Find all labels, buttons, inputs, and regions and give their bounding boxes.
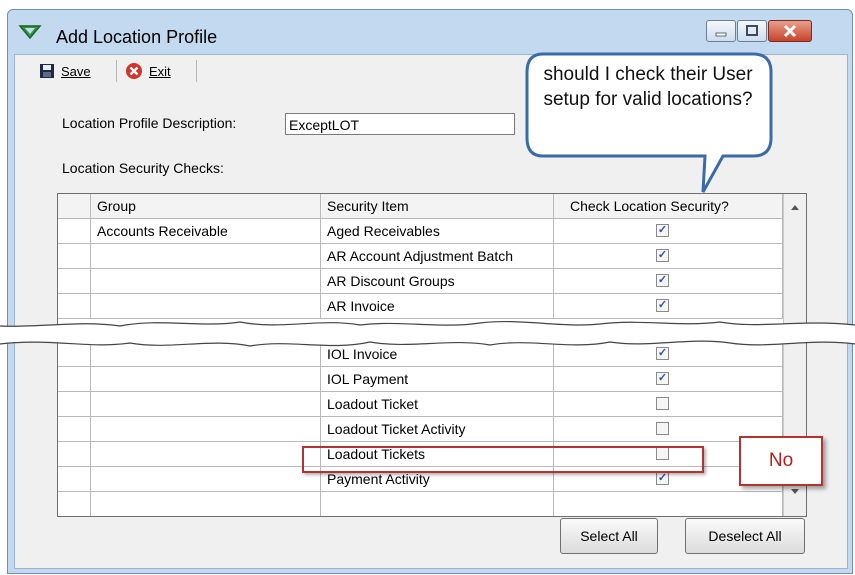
location-security-checkbox[interactable]: ✓ [656,274,669,287]
no-annotation-label: No [768,450,794,471]
security-item-cell [321,492,554,516]
exit-label: Exit [149,63,171,79]
row-selector[interactable] [58,392,91,417]
security-item-cell: Loadout Ticket Activity [321,417,554,442]
no-annotation: No [739,436,823,486]
column-header-group[interactable]: Group [91,194,321,219]
minimize-button[interactable] [706,20,736,42]
row-selector[interactable] [58,417,91,442]
toolbar-divider [116,60,117,82]
group-cell [91,492,321,516]
window-title: Add Location Profile [56,27,218,47]
table-row[interactable] [58,492,806,516]
maximize-icon [746,25,758,36]
security-checks-label: Location Security Checks: [62,160,224,176]
toolbar-divider [196,60,197,82]
row-selector[interactable] [58,219,91,244]
exit-icon [126,63,142,79]
security-item-cell: IOL Payment [321,367,554,392]
check-cell: ✓ [554,244,783,269]
table-row[interactable]: AR Account Adjustment Batch ✓ [58,244,806,269]
location-security-checkbox[interactable] [656,422,669,435]
group-cell [91,392,321,417]
row-selector[interactable] [58,492,91,516]
table-row[interactable]: AR Discount Groups ✓ [58,269,806,294]
group-cell [91,442,321,467]
check-cell: ✓ [554,269,783,294]
location-security-checkbox[interactable]: ✓ [656,299,669,312]
group-cell [91,367,321,392]
description-input[interactable]: ExceptLOT [285,113,515,135]
scroll-up-arrow-icon[interactable] [784,196,806,218]
floppy-disk-icon [40,64,54,78]
app-logo-icon [18,25,42,40]
check-cell: ✓ [554,219,783,244]
row-selector[interactable] [58,367,91,392]
minimize-icon [715,32,727,37]
group-cell [91,417,321,442]
description-label: Location Profile Description: [62,115,237,131]
location-security-checkbox[interactable]: ✓ [656,224,669,237]
table-row[interactable]: Loadout Ticket Activity [58,417,806,442]
group-cell: Accounts Receivable [91,219,321,244]
group-cell [91,467,321,492]
security-item-cell: AR Account Adjustment Batch [321,244,554,269]
check-cell: ✓ [554,367,783,392]
group-cell [91,244,321,269]
save-button[interactable]: Save [39,60,91,82]
check-cell [554,492,783,516]
location-security-checkbox[interactable]: ✓ [656,249,669,262]
check-cell [554,392,783,417]
location-security-checkbox[interactable]: ✓ [656,472,669,485]
row-selector[interactable] [58,467,91,492]
security-item-cell: Aged Receivables [321,219,554,244]
security-item-cell: AR Discount Groups [321,269,554,294]
security-item-cell: Loadout Ticket [321,392,554,417]
table-row[interactable]: IOL Payment ✓ [58,367,806,392]
location-security-checkbox[interactable]: ✓ [656,372,669,385]
callout-text: should I check their User setup for vali… [543,64,753,110]
exit-button[interactable]: Exit [125,60,171,82]
close-button[interactable] [768,20,812,42]
close-icon [783,24,797,38]
title-bar: Add Location Profile [8,10,852,54]
row-selector[interactable] [58,244,91,269]
location-security-checkbox[interactable] [656,397,669,410]
table-row[interactable]: Accounts Receivable Aged Receivables ✓ [58,219,806,244]
torn-edge-separator [0,321,855,347]
maximize-button[interactable] [737,20,767,42]
deselect-all-button[interactable]: Deselect All [685,518,805,554]
row-selector[interactable] [58,442,91,467]
row-selector-header [58,194,91,219]
row-selector[interactable] [58,269,91,294]
group-cell [91,269,321,294]
highlight-box [302,446,704,473]
save-label: Save [61,63,91,79]
column-header-security-item[interactable]: Security Item [321,194,554,219]
table-row[interactable]: Loadout Ticket [58,392,806,417]
select-all-button[interactable]: Select All [560,518,658,554]
